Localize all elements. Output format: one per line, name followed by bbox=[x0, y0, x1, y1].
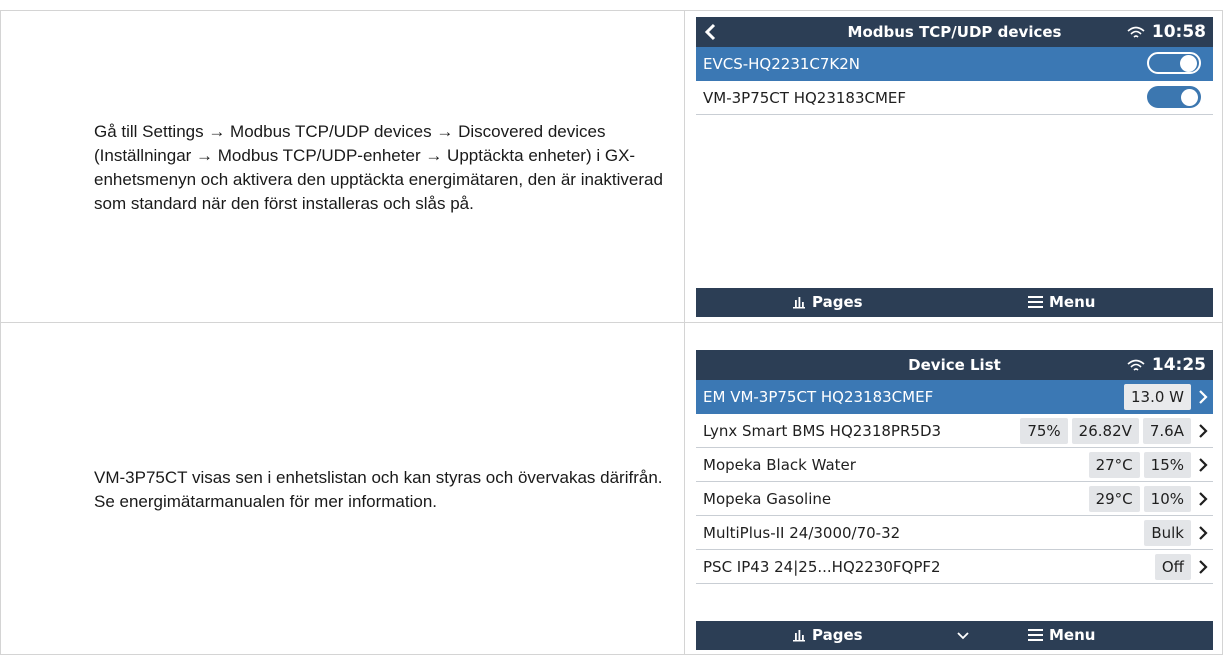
chevron-right-icon bbox=[1199, 424, 1208, 438]
device-row[interactable]: Lynx Smart BMS HQ2318PR5D3 75% 26.82V 7.… bbox=[696, 414, 1213, 448]
step-2-text: VM-3P75CT visas sen i enhetslistan och k… bbox=[94, 468, 663, 511]
bar-chart-icon bbox=[793, 629, 805, 641]
chevron-right-icon bbox=[1199, 526, 1208, 540]
chevron-down-icon[interactable] bbox=[955, 625, 971, 645]
chevron-right-icon bbox=[1199, 560, 1208, 574]
pages-label: Pages bbox=[812, 626, 863, 644]
menu-label: Menu bbox=[1049, 293, 1096, 311]
hamburger-menu-icon bbox=[1028, 629, 1043, 641]
instruction-table: Gå till Settings → Modbus TCP/UDP device… bbox=[0, 10, 1223, 655]
wifi-icon bbox=[1127, 26, 1145, 38]
menu-label: Menu bbox=[1049, 626, 1096, 644]
device-label: Mopeka Gasoline bbox=[703, 490, 832, 508]
screen-header: Device List 14:25 bbox=[696, 350, 1213, 380]
chevron-right-icon bbox=[1199, 458, 1208, 472]
step-text-cell: VM-3P75CT visas sen i enhetslistan och k… bbox=[0, 322, 685, 655]
device-label: PSC IP43 24|25...HQ2230FQPF2 bbox=[703, 558, 941, 576]
value-badge: 7.6A bbox=[1142, 418, 1191, 444]
hamburger-menu-icon bbox=[1028, 296, 1043, 308]
time-label: 10:58 bbox=[1151, 22, 1206, 42]
device-label: EVCS-HQ2231C7K2N bbox=[703, 55, 861, 73]
device-label: VM-3P75CT HQ23183CMEF bbox=[703, 89, 907, 107]
value-badge: 13.0 W bbox=[1124, 384, 1191, 410]
pages-label: Pages bbox=[812, 293, 863, 311]
device-row[interactable]: EVCS-HQ2231C7K2N bbox=[696, 47, 1213, 81]
screen-header: Modbus TCP/UDP devices 10:58 bbox=[696, 17, 1213, 47]
device-row[interactable]: PSC IP43 24|25...HQ2230FQPF2 Off bbox=[696, 550, 1213, 584]
device-label: Mopeka Black Water bbox=[703, 456, 856, 474]
chevron-right-icon bbox=[1199, 492, 1208, 506]
wifi-icon bbox=[1127, 359, 1145, 371]
pages-button[interactable]: Pages bbox=[792, 626, 863, 644]
chevron-right-icon bbox=[1199, 390, 1208, 404]
status-clock: 14:25 bbox=[1126, 355, 1206, 375]
device-label: MultiPlus-II 24/3000/70-32 bbox=[703, 524, 901, 542]
device-row[interactable]: EM VM-3P75CT HQ23183CMEF 13.0 W bbox=[696, 380, 1213, 414]
menu-button[interactable]: Menu bbox=[1028, 626, 1095, 644]
pages-button[interactable]: Pages bbox=[792, 293, 863, 311]
time-label: 14:25 bbox=[1151, 355, 1206, 375]
value-badge: 15% bbox=[1143, 452, 1191, 478]
screenshot-cell: Modbus TCP/UDP devices 10:58 EVCS-HQ2231… bbox=[684, 10, 1223, 323]
device-row[interactable]: VM-3P75CT HQ23183CMEF bbox=[696, 81, 1213, 115]
value-badge: 75% bbox=[1020, 418, 1068, 444]
bar-chart-icon bbox=[793, 296, 805, 308]
device-row[interactable]: MultiPlus-II 24/3000/70-32 Bulk bbox=[696, 516, 1213, 550]
value-badge: Off bbox=[1154, 554, 1191, 580]
screenshot-cell: Device List 14:25 EM VM-3P75CT HQ23183CM… bbox=[684, 322, 1223, 655]
enable-toggle[interactable] bbox=[1147, 52, 1201, 74]
value-badge: 10% bbox=[1143, 486, 1191, 512]
modbus-devices-screen: Modbus TCP/UDP devices 10:58 EVCS-HQ2231… bbox=[696, 17, 1213, 317]
value-badge: 27°C bbox=[1088, 452, 1140, 478]
status-clock: 10:58 bbox=[1126, 22, 1206, 42]
menu-button[interactable]: Menu bbox=[1028, 293, 1095, 311]
device-list-screen: Device List 14:25 EM VM-3P75CT HQ23183CM… bbox=[696, 350, 1213, 650]
step-1-text: Gå till Settings → Modbus TCP/UDP device… bbox=[94, 122, 663, 213]
screen-footer: Pages Menu bbox=[696, 288, 1213, 317]
enable-toggle[interactable] bbox=[1147, 86, 1201, 108]
step-text-cell: Gå till Settings → Modbus TCP/UDP device… bbox=[0, 10, 685, 323]
screen-footer: Pages Menu bbox=[696, 621, 1213, 650]
value-badge: 26.82V bbox=[1071, 418, 1139, 444]
device-row[interactable]: Mopeka Gasoline 29°C 10% bbox=[696, 482, 1213, 516]
value-badge: 29°C bbox=[1088, 486, 1140, 512]
device-label: Lynx Smart BMS HQ2318PR5D3 bbox=[703, 422, 942, 440]
device-row[interactable]: Mopeka Black Water 27°C 15% bbox=[696, 448, 1213, 482]
device-label: EM VM-3P75CT HQ23183CMEF bbox=[703, 388, 934, 406]
value-badge: Bulk bbox=[1144, 520, 1191, 546]
